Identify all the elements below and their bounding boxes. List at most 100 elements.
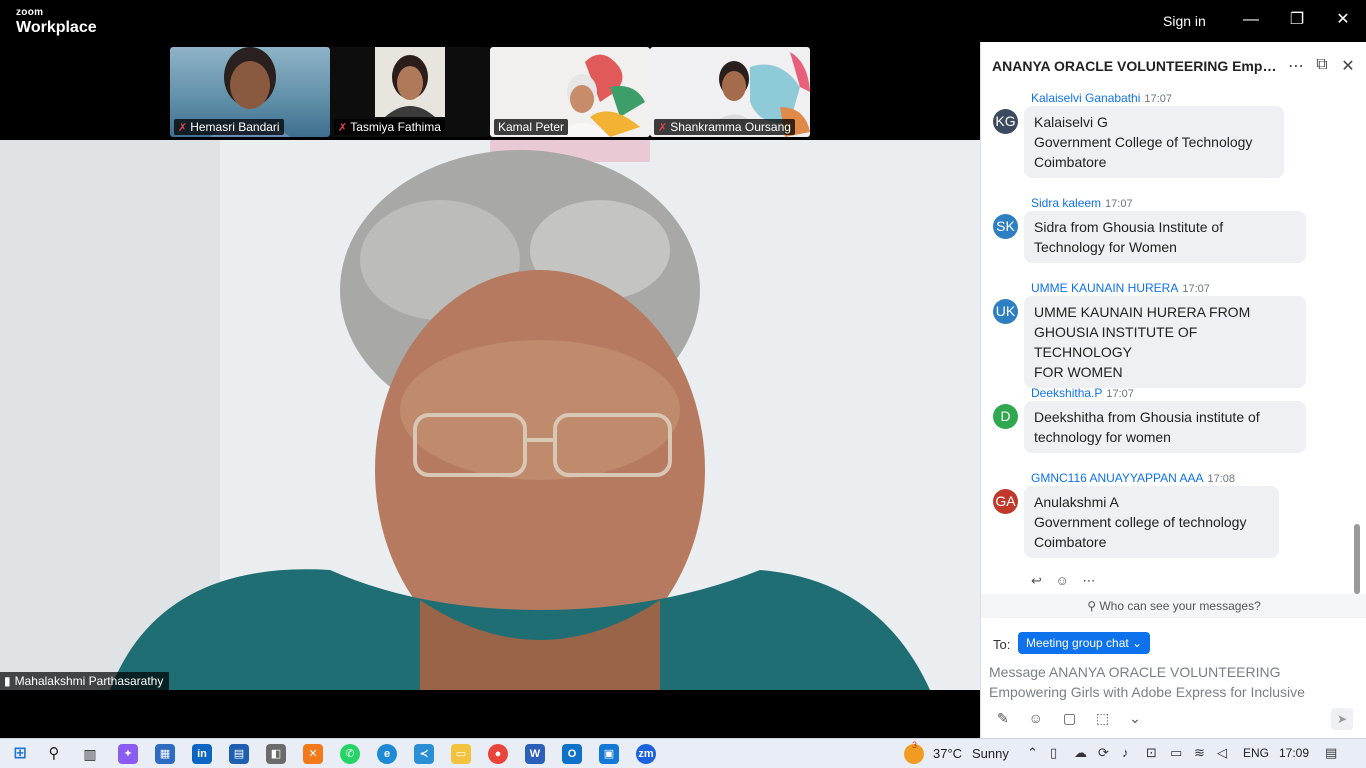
avatar: SK bbox=[993, 214, 1018, 239]
notification-icon[interactable]: ▤ bbox=[1325, 745, 1337, 761]
cloud-icon[interactable]: ☁ bbox=[1074, 745, 1087, 761]
recipient-dropdown[interactable]: Meeting group chat ⌄ bbox=[1018, 632, 1151, 654]
meet-now-icon[interactable]: ⊡ bbox=[1146, 745, 1157, 761]
chrome-icon[interactable]: ● bbox=[488, 744, 508, 764]
search-icon[interactable]: ⚲ bbox=[44, 744, 64, 764]
person-info-icon: ⚲ bbox=[1087, 599, 1100, 613]
more-icon[interactable]: ⋯ bbox=[1082, 573, 1095, 588]
close-chat-icon[interactable]: ✕ bbox=[1338, 56, 1358, 76]
edge-icon[interactable]: e bbox=[377, 744, 397, 764]
close-icon[interactable]: ✕ bbox=[1328, 8, 1358, 32]
xampp-icon[interactable]: ✕ bbox=[303, 744, 323, 764]
zoom-logo: zoom Workplace bbox=[16, 8, 97, 36]
sign-in-link[interactable]: Sign in bbox=[1163, 13, 1206, 29]
participant-name: Kamal Peter bbox=[494, 119, 569, 135]
task-view-icon[interactable]: ▥ bbox=[80, 744, 100, 764]
speaker-video-frame bbox=[0, 140, 980, 690]
emoji-icon[interactable]: ☺ bbox=[1029, 710, 1043, 726]
video-area: ✗Hemasri Bandari ✗Tasmiya Fathima Kama bbox=[0, 42, 980, 738]
volume-icon[interactable]: ◁ bbox=[1217, 745, 1227, 761]
format-icon[interactable]: ✎ bbox=[997, 710, 1009, 726]
app-window-icon[interactable]: ▣ bbox=[599, 744, 619, 764]
message-time: 17:07 bbox=[1182, 283, 1210, 295]
store-icon[interactable]: ▦ bbox=[155, 744, 175, 764]
more-options-icon[interactable]: ⋯ bbox=[1286, 56, 1306, 76]
message-bubble: Kalaiselvi G Government College of Techn… bbox=[1024, 106, 1284, 178]
windows-start-icon[interactable]: ⊞ bbox=[10, 744, 30, 764]
message-time: 17:07 bbox=[1105, 198, 1133, 210]
whatsapp-icon[interactable]: ✆ bbox=[340, 744, 360, 764]
language-indicator[interactable]: ENG bbox=[1243, 746, 1269, 760]
restore-icon[interactable]: ❐ bbox=[1282, 8, 1312, 32]
message-input[interactable]: Message ANANYA ORACLE VOLUNTEERING Empow… bbox=[989, 662, 1349, 704]
reply-icon[interactable]: ↩ bbox=[1031, 573, 1042, 588]
tray-icon[interactable]: ▯ bbox=[1050, 745, 1057, 761]
windows-taskbar: ⊞ ⚲ ▥ ✦ ▦ in ▤ ◧ ✕ ✆ e ≺ ▭ ● W O ▣ zm 3 … bbox=[0, 738, 1366, 768]
to-label: To: bbox=[993, 637, 1011, 652]
message-bubble: Sidra from Ghousia Institute of Technolo… bbox=[1024, 211, 1306, 263]
chevron-up-icon[interactable]: ⌃ bbox=[1027, 745, 1038, 761]
message-author: Deekshitha.P 17:07 bbox=[1031, 386, 1134, 400]
zoom-taskbar-icon[interactable]: zm bbox=[636, 744, 656, 764]
title-bar: zoom Workplace Sign in — ❐ ✕ bbox=[0, 0, 1366, 42]
message-time: 17:07 bbox=[1144, 93, 1172, 105]
word-icon[interactable]: W bbox=[525, 744, 545, 764]
participant-tile[interactable]: ✗ Shankramma Oursang bbox=[650, 47, 810, 137]
message-bubble: Anulakshmi A Government college of techn… bbox=[1024, 486, 1279, 558]
chat-title: ANANYA ORACLE VOLUNTEERING Empoweri... bbox=[992, 58, 1282, 74]
app-icon[interactable]: ▤ bbox=[229, 744, 249, 764]
chat-scrollbar[interactable] bbox=[1354, 524, 1360, 594]
chevron-down-icon[interactable]: ⌄ bbox=[1129, 710, 1141, 726]
logo-small: zoom bbox=[16, 7, 44, 18]
vscode-icon[interactable]: ≺ bbox=[414, 744, 434, 764]
screenshot-icon[interactable]: ⬚ bbox=[1096, 710, 1109, 726]
message-actions: ↩ ☺ ⋯ bbox=[1031, 573, 1105, 589]
add-reaction-icon[interactable]: ☺ bbox=[1056, 573, 1069, 588]
participant-name: ✗ Tasmiya Fathima bbox=[334, 119, 445, 135]
message-author: GMNC116 ANUAYYAPPAN AAA 17:08 bbox=[1031, 471, 1236, 485]
avatar: GA bbox=[993, 489, 1018, 514]
temperature[interactable]: 37°C bbox=[933, 746, 962, 761]
copilot-icon[interactable]: ✦ bbox=[118, 744, 138, 764]
message-bubble: Deekshitha from Ghousia institute of tec… bbox=[1024, 401, 1306, 453]
signal-icon: ▮ bbox=[4, 674, 11, 688]
outlook-icon[interactable]: O bbox=[562, 744, 582, 764]
microphone-icon[interactable]: ♪ bbox=[1122, 745, 1129, 760]
avatar: D bbox=[993, 404, 1018, 429]
composer-toolbar: ✎ ☺ ▢ ⬚ ⌄ bbox=[997, 710, 1157, 727]
file-explorer-icon[interactable]: ▭ bbox=[451, 744, 471, 764]
speaker-name-label: ▮ Mahalakshmi Parthasarathy bbox=[0, 672, 170, 690]
message-author: Sidra kaleem 17:07 bbox=[1031, 196, 1133, 210]
message-time: 17:07 bbox=[1106, 388, 1134, 400]
message-author: Kalaiselvi Ganabathi 17:07 bbox=[1031, 91, 1172, 105]
chat-panel: ANANYA ORACLE VOLUNTEERING Empoweri... ⋯… bbox=[980, 42, 1366, 738]
participant-tile[interactable]: ✗ Hemasri Bandari bbox=[170, 47, 330, 137]
wifi-icon[interactable]: ≋ bbox=[1194, 745, 1205, 761]
pop-out-icon[interactable]: ⧉ bbox=[1312, 56, 1332, 74]
participant-tile[interactable]: ✗ Tasmiya Fathima bbox=[330, 47, 490, 137]
sync-icon[interactable]: ⟳ bbox=[1098, 745, 1109, 761]
message-list[interactable]: Kalaiselvi Ganabathi 17:07 KG Kalaiselvi … bbox=[981, 90, 1366, 590]
weather-badge: 3 bbox=[912, 740, 918, 750]
participant-name: ✗ Hemasri Bandari bbox=[174, 119, 284, 135]
participant-tile[interactable]: Kamal Peter bbox=[490, 47, 650, 137]
message-bubble: UMME KAUNAIN HURERA FROM GHOUSIA INSTITU… bbox=[1024, 296, 1306, 388]
zoom-window: zoom Workplace Sign in — ❐ ✕ ✗ Hemasri Ba… bbox=[0, 0, 1366, 768]
message-author: UMME KAUNAIN HURERA 17:07 bbox=[1031, 281, 1210, 295]
image-app-icon[interactable]: ◧ bbox=[266, 744, 286, 764]
active-speaker-video[interactable] bbox=[0, 140, 980, 690]
mic-muted-icon: ✗ bbox=[178, 122, 188, 134]
avatar: KG bbox=[993, 109, 1018, 134]
minimize-icon[interactable]: — bbox=[1236, 8, 1266, 32]
mic-muted-icon: ✗ bbox=[658, 122, 668, 134]
chat-header: ANANYA ORACLE VOLUNTEERING Empoweri... ⋯… bbox=[981, 42, 1366, 90]
who-can-see-link[interactable]: ⚲ Who can see your messages? bbox=[981, 594, 1366, 618]
battery-icon[interactable]: ▭ bbox=[1170, 745, 1182, 761]
file-icon[interactable]: ▢ bbox=[1063, 710, 1076, 726]
logo-main: Workplace bbox=[16, 19, 97, 36]
participant-name: ✗ Shankramma Oursang bbox=[654, 119, 795, 135]
weather-condition[interactable]: Sunny bbox=[972, 746, 1009, 761]
clock[interactable]: 17:09 bbox=[1279, 746, 1309, 760]
send-icon[interactable]: ➤ bbox=[1331, 708, 1353, 730]
linkedin-icon[interactable]: in bbox=[192, 744, 212, 764]
